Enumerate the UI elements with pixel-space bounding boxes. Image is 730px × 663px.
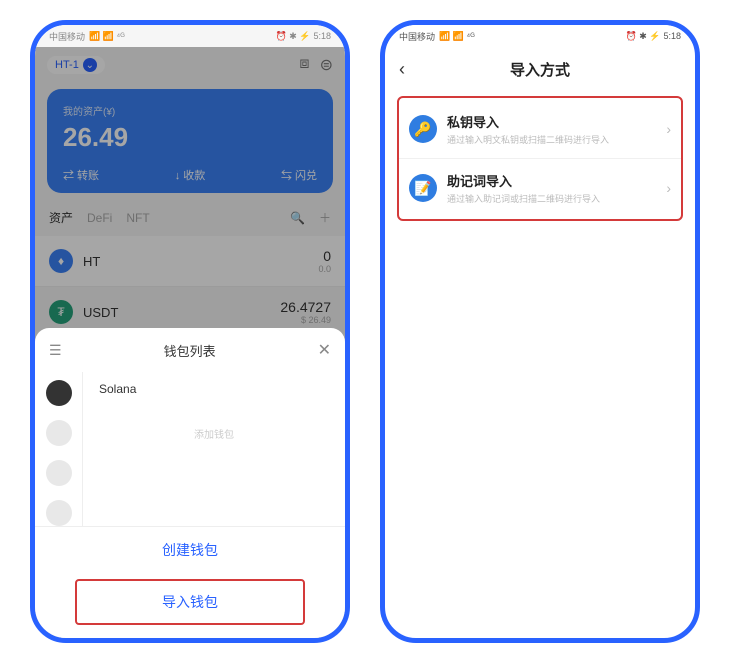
page-title: 导入方式 bbox=[399, 59, 681, 80]
option-title: 助记词导入 bbox=[447, 171, 656, 190]
chain-option[interactable] bbox=[46, 500, 72, 526]
tab-assets[interactable]: 资产 bbox=[49, 209, 73, 226]
balance-amount: 26.49 bbox=[63, 122, 317, 153]
wallet-list: Solana 添加钱包 bbox=[83, 372, 345, 526]
import-mnemonic[interactable]: 📝 助记词导入 通过输入助记词或扫描二维码进行导入 › bbox=[399, 158, 681, 217]
import-options-highlight: 🔑 私钥导入 通过输入明文私钥或扫描二维码进行导入 › 📝 助记词导入 通过输入… bbox=[397, 96, 683, 221]
asset-icon: ♦ bbox=[49, 249, 73, 273]
chevron-down-icon: ⌄ bbox=[83, 58, 97, 72]
status-time: 5:18 bbox=[663, 31, 681, 41]
receive-button[interactable]: ↓ 收款 bbox=[175, 167, 206, 183]
chain-option-solana[interactable] bbox=[46, 380, 72, 406]
cancel-button[interactable]: 取消 bbox=[35, 631, 345, 643]
chain-option[interactable] bbox=[46, 420, 72, 446]
carrier-label: 中国移动 bbox=[49, 30, 85, 43]
more-icon[interactable]: ⊜ bbox=[320, 55, 333, 75]
asset-sub: 0.0 bbox=[318, 264, 331, 274]
option-subtitle: 通过输入明文私钥或扫描二维码进行导入 bbox=[447, 133, 656, 146]
chain-rail bbox=[35, 372, 83, 526]
asset-value: 0 bbox=[318, 248, 331, 264]
key-icon: 🔑 bbox=[409, 115, 437, 143]
scan-icon[interactable]: ⧈ bbox=[299, 55, 309, 75]
phone-right: 中国移动 📶 📶 ⁴ᴳ ⏰ ✱ ⚡ 5:18 ‹ 导入方式 🔑 私钥导入 通过输… bbox=[380, 20, 700, 643]
option-subtitle: 通过输入助记词或扫描二维码进行导入 bbox=[447, 192, 656, 205]
status-bar: 中国移动 📶 📶 ⁴ᴳ ⏰ ✱ ⚡ 5:18 bbox=[35, 25, 345, 47]
balance-label: 我的资产(¥) bbox=[63, 103, 317, 118]
sheet-title: 钱包列表 bbox=[62, 341, 318, 360]
status-time: 5:18 bbox=[313, 31, 331, 41]
carrier-label: 中国移动 bbox=[399, 30, 435, 43]
add-wallet-hint: 添加钱包 bbox=[99, 426, 329, 441]
chain-selector[interactable]: HT-1 ⌄ bbox=[47, 56, 105, 74]
list-icon: ☰ bbox=[49, 342, 62, 359]
wallet-name[interactable]: Solana bbox=[99, 382, 329, 396]
search-icon[interactable]: 🔍 bbox=[290, 211, 305, 225]
asset-value: 26.4727 bbox=[280, 299, 331, 315]
status-indicators: ⏰ ✱ ⚡ bbox=[626, 31, 661, 42]
nav-bar: ‹ 导入方式 bbox=[385, 47, 695, 90]
wallet-header: HT-1 ⌄ ⧈ ⊜ bbox=[35, 47, 345, 83]
asset-tabs: 资产 DeFi NFT 🔍 ＋ bbox=[35, 199, 345, 236]
add-icon[interactable]: ＋ bbox=[319, 209, 331, 226]
asset-icon: ₮ bbox=[49, 300, 73, 324]
sheet-actions: 创建钱包 导入钱包 取消 bbox=[35, 526, 345, 643]
asset-name: HT bbox=[83, 254, 318, 269]
phone-left: 中国移动 📶 📶 ⁴ᴳ ⏰ ✱ ⚡ 5:18 HT-1 ⌄ ⧈ ⊜ 我的资产(¥… bbox=[30, 20, 350, 643]
note-icon: 📝 bbox=[409, 174, 437, 202]
asset-row[interactable]: ♦ HT 0 0.0 bbox=[35, 236, 345, 287]
swap-button[interactable]: ⇆ 闪兑 bbox=[281, 167, 317, 183]
balance-card: 我的资产(¥) 26.49 ⇄ 转账 ↓ 收款 ⇆ 闪兑 bbox=[47, 89, 333, 193]
import-wallet-button[interactable]: 导入钱包 bbox=[75, 579, 305, 625]
option-title: 私钥导入 bbox=[447, 112, 656, 131]
chain-label: HT-1 bbox=[55, 59, 79, 71]
signal-icons: 📶 📶 ⁴ᴳ bbox=[439, 31, 475, 42]
transfer-button[interactable]: ⇄ 转账 bbox=[63, 167, 99, 183]
import-private-key[interactable]: 🔑 私钥导入 通过输入明文私钥或扫描二维码进行导入 › bbox=[399, 100, 681, 158]
status-bar: 中国移动 📶 📶 ⁴ᴳ ⏰ ✱ ⚡ 5:18 bbox=[385, 25, 695, 47]
close-icon[interactable]: ✕ bbox=[318, 340, 331, 360]
chevron-right-icon: › bbox=[666, 180, 671, 196]
wallet-list-sheet: ☰ 钱包列表 ✕ Solana 添加钱包 创建钱包 导入钱包 取消 bbox=[35, 328, 345, 638]
tab-defi[interactable]: DeFi bbox=[87, 211, 112, 225]
status-indicators: ⏰ ✱ ⚡ bbox=[276, 31, 311, 42]
asset-sub: $ 26.49 bbox=[280, 315, 331, 325]
chevron-right-icon: › bbox=[666, 121, 671, 137]
create-wallet-button[interactable]: 创建钱包 bbox=[35, 527, 345, 573]
signal-icons: 📶 📶 ⁴ᴳ bbox=[89, 31, 125, 42]
tab-nft[interactable]: NFT bbox=[126, 211, 149, 225]
asset-name: USDT bbox=[83, 305, 280, 320]
chain-option[interactable] bbox=[46, 460, 72, 486]
